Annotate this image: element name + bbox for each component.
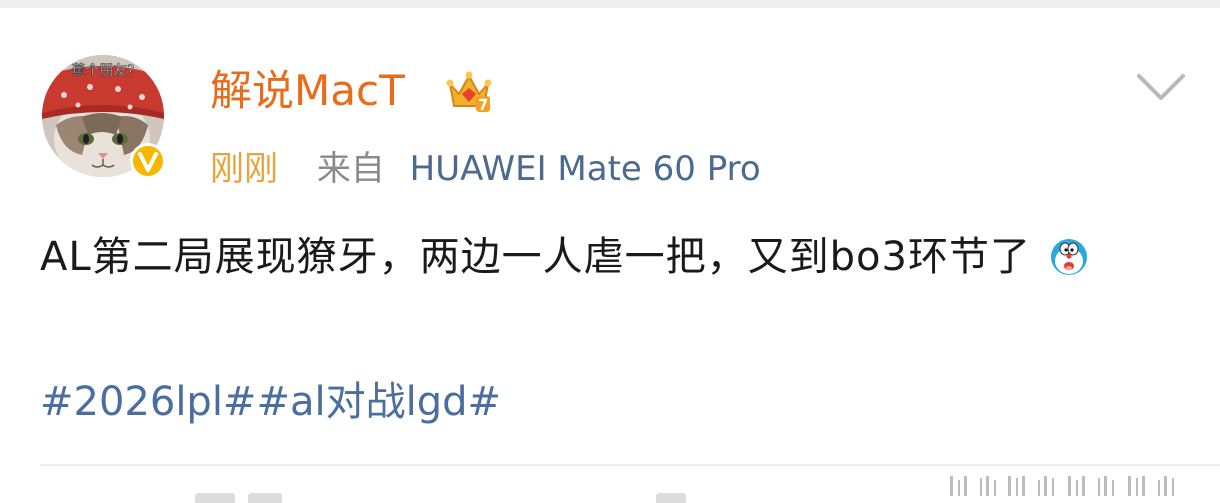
next-row-peek bbox=[656, 493, 686, 503]
next-row-peek bbox=[248, 493, 282, 503]
chevron-down-icon[interactable] bbox=[1135, 70, 1187, 106]
doraemon-emoji-icon bbox=[1049, 232, 1089, 275]
hashtag-link[interactable]: #al对战lgd# bbox=[256, 379, 501, 425]
next-row-peek bbox=[195, 493, 235, 503]
post-text: AL第二局展现獠牙，两边一人虐一把，又到bo3环节了 bbox=[40, 234, 1031, 280]
post-source-label: 来自 bbox=[316, 149, 385, 189]
post-source-device[interactable]: HUAWEI Mate 60 Pro bbox=[410, 149, 761, 189]
post-body: AL第二局展现獠牙，两边一人虐一把，又到bo3环节了 bbox=[40, 226, 1190, 288]
author-name[interactable]: 解说MacT bbox=[210, 63, 405, 119]
avatar-caption: 蕉个朋友? bbox=[71, 63, 134, 79]
post-meta: 刚刚 来自 HUAWEI Mate 60 Pro bbox=[210, 145, 761, 193]
hashtag-link[interactable]: #2026lpl# bbox=[40, 379, 256, 425]
crown-icon[interactable] bbox=[444, 66, 494, 116]
watermark bbox=[946, 474, 1186, 503]
post-hashtags: #2026lpl##al对战lgd# bbox=[40, 372, 501, 432]
post-time[interactable]: 刚刚 bbox=[210, 149, 278, 189]
top-separator bbox=[0, 0, 1220, 8]
post-divider bbox=[40, 464, 1220, 466]
verified-badge-icon bbox=[129, 142, 167, 180]
